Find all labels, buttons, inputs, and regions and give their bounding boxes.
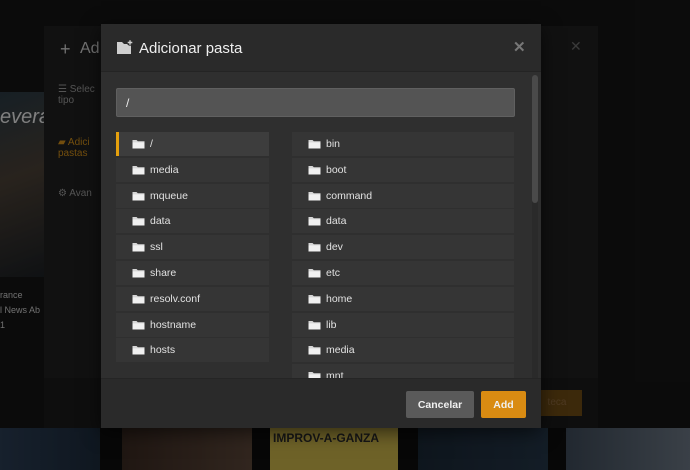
folder-item[interactable]: ssl: [116, 235, 269, 260]
folder-icon: [308, 165, 321, 175]
folder-scrollbar[interactable]: [532, 75, 538, 393]
folder-icon: [308, 372, 321, 378]
folder-item[interactable]: data: [292, 209, 514, 234]
folder-item[interactable]: data: [116, 209, 269, 234]
folder-item-label: data: [150, 215, 171, 228]
folder-item[interactable]: media: [116, 157, 269, 182]
folder-item[interactable]: command: [292, 183, 514, 208]
path-input[interactable]: [116, 88, 515, 117]
folder-list-left: / media mqueue data ssl share resolv.conf hostn…: [116, 132, 269, 364]
folder-icon: [308, 217, 321, 226]
folder-item-label: ssl: [150, 241, 163, 254]
folder-item-label: media: [150, 163, 179, 176]
folder-item[interactable]: media: [292, 338, 514, 363]
folder-item-label: hostname: [150, 318, 197, 331]
folder-icon: [308, 320, 321, 330]
folder-item-label: command: [326, 189, 373, 202]
folder-browser: / media mqueue data ssl share resolv.conf hostn…: [116, 132, 516, 378]
folder-item-label: share: [150, 266, 177, 279]
folder-icon: [132, 320, 145, 330]
folder-icon: [132, 268, 145, 278]
modal-header: Adicionar pasta ✕: [101, 24, 541, 72]
cancel-button[interactable]: Cancelar: [406, 391, 474, 418]
folder-icon: [132, 243, 145, 252]
folder-icon: [308, 140, 321, 149]
folder-item-label: hosts: [150, 344, 176, 357]
folder-item-label: lib: [326, 318, 337, 331]
folder-item[interactable]: hosts: [116, 338, 269, 363]
close-icon[interactable]: ✕: [513, 38, 526, 56]
folder-icon: [132, 346, 145, 355]
folder-item-label: data: [326, 215, 347, 228]
folder-icon: [308, 191, 321, 201]
folder-item[interactable]: home: [292, 286, 514, 311]
folder-icon: [132, 217, 145, 226]
scrollbar-thumb[interactable]: [532, 75, 538, 203]
folder-item-label: bin: [326, 138, 341, 150]
folder-icon: [308, 294, 321, 304]
folder-item[interactable]: mnt: [292, 364, 514, 378]
add-folder-modal: Adicionar pasta ✕ / media mqueue data ssl sha…: [101, 24, 541, 428]
folder-item-label: mnt: [326, 370, 344, 378]
add-button[interactable]: Add: [481, 391, 526, 418]
modal-footer: Cancelar Add: [101, 378, 541, 428]
folder-item[interactable]: /: [116, 132, 269, 156]
folder-item[interactable]: bin: [292, 132, 514, 156]
folder-item[interactable]: dev: [292, 235, 514, 260]
folder-item-label: /: [150, 138, 153, 150]
modal-title: Adicionar pasta: [139, 40, 243, 57]
folder-icon: [132, 140, 145, 149]
folder-item-label: boot: [326, 163, 347, 176]
folder-item-label: dev: [326, 241, 343, 254]
folder-item[interactable]: etc: [292, 260, 514, 285]
folder-item-label: media: [326, 344, 355, 357]
folder-item[interactable]: resolv.conf: [116, 286, 269, 311]
folder-item[interactable]: hostname: [116, 312, 269, 337]
folder-item-label: mqueue: [150, 189, 188, 202]
folder-item-label: etc: [326, 266, 341, 279]
folder-icon: [132, 294, 145, 304]
folder-item[interactable]: mqueue: [116, 183, 269, 208]
folder-item-label: home: [326, 292, 353, 305]
app-stage: evera rance l News Ab 1 IMPROV-A-GANZA +…: [0, 0, 690, 470]
folder-icon: [308, 346, 321, 355]
folder-icon: [132, 165, 145, 175]
folder-list-right: bin boot command data dev etc home lib media mnt: [292, 132, 514, 378]
folder-item[interactable]: lib: [292, 312, 514, 337]
folder-icon: [308, 268, 321, 278]
folder-item[interactable]: share: [116, 260, 269, 285]
folder-plus-icon: [117, 39, 134, 54]
folder-icon: [132, 191, 145, 201]
folder-item-label: resolv.conf: [150, 292, 200, 305]
folder-item[interactable]: boot: [292, 157, 514, 182]
folder-icon: [308, 243, 321, 252]
